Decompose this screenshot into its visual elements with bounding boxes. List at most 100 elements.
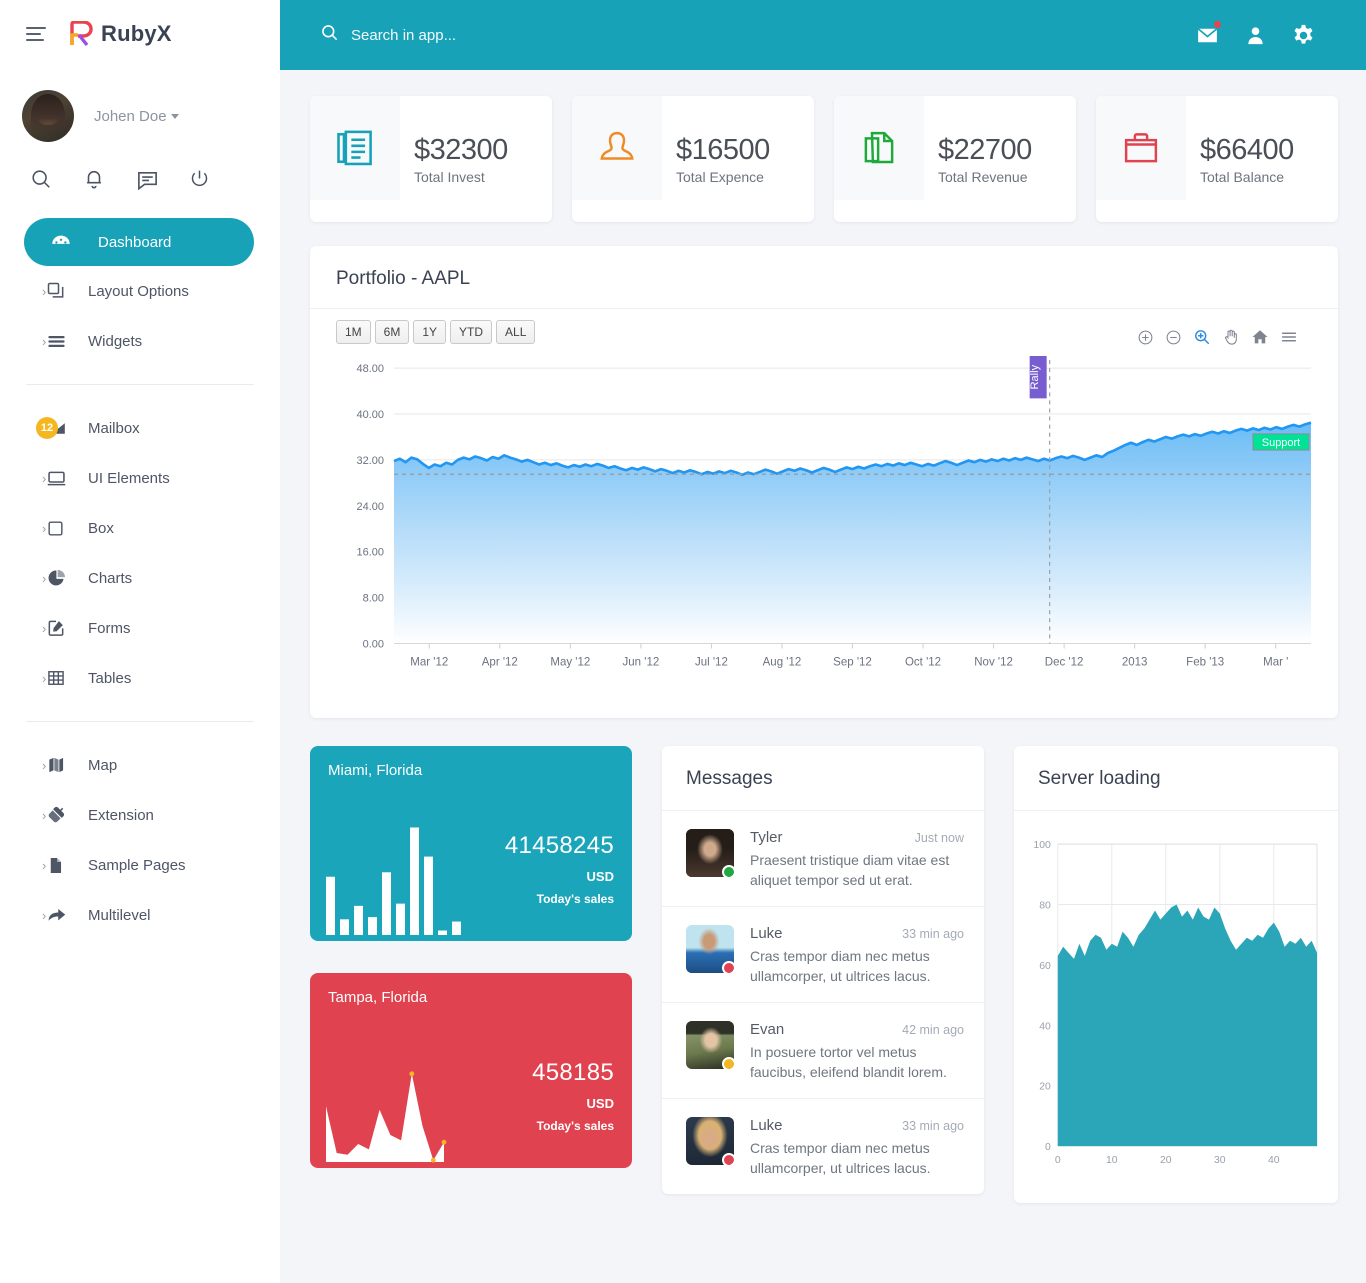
sales-figures: 458185 USD Today's sales (532, 1059, 614, 1133)
svg-text:60: 60 (1039, 961, 1051, 972)
bell-icon[interactable] (83, 168, 107, 192)
server-header: Server loading (1014, 746, 1338, 811)
menu-icon[interactable] (1280, 328, 1298, 346)
stat-card-total-invest[interactable]: $32300 Total Invest (310, 96, 552, 222)
sidebar-item-dashboard[interactable]: Dashboard (24, 218, 254, 266)
power-icon[interactable] (189, 168, 213, 192)
list-item[interactable]: Tyler Just now Praesent tristique diam v… (662, 811, 984, 907)
stat-body: $16500 Total Expence (662, 96, 770, 222)
svg-text:Sep '12: Sep '12 (833, 657, 872, 669)
avatar (686, 925, 734, 973)
svg-text:0: 0 (1045, 1142, 1051, 1153)
range-button-1m[interactable]: 1M (336, 320, 371, 344)
main-area: $32300 Total Invest $16500 Total Expence (280, 0, 1366, 1283)
page-title: Portfolio - AAPL (336, 268, 471, 289)
gear-icon[interactable] (1291, 23, 1316, 48)
range-button-all[interactable]: ALL (496, 320, 536, 344)
stat-card-total-expence[interactable]: $16500 Total Expence (572, 96, 814, 222)
sidebar-item-widgets[interactable]: › Widgets (0, 316, 280, 366)
sidebar-item-forms[interactable]: › Forms (0, 603, 280, 653)
chevron-down-icon (170, 114, 179, 120)
sidebar-divider-2 (26, 721, 254, 722)
profile-name-wrap[interactable]: Johen Doe (94, 108, 179, 125)
avatar (686, 1117, 734, 1165)
message-sender: Luke (750, 1117, 783, 1134)
bottom-row: Miami, Florida 41458245 USD Today's sale… (310, 746, 1338, 1203)
chevron-right-icon: › (42, 570, 47, 586)
portfolio-panel: Portfolio - AAPL 1M 6M 1Y YTD ALL 0.00 8… (310, 246, 1338, 718)
sidebar-item-multilevel[interactable]: › Multilevel (0, 890, 280, 940)
avatar (686, 829, 734, 877)
message-body: Tyler Just now Praesent tristique diam v… (750, 829, 964, 890)
sidebar-label: Tables (88, 669, 132, 687)
list-item[interactable]: Luke 33 min ago Cras tempor diam nec met… (662, 907, 984, 1003)
sidebar-item-extension[interactable]: › Extension (0, 790, 280, 840)
sidebar-label: Extension (88, 806, 154, 824)
search-icon[interactable] (30, 168, 54, 192)
search-input[interactable] (351, 26, 671, 44)
sales-amount: 41458245 (504, 832, 614, 859)
user-icon[interactable] (1244, 24, 1267, 47)
zoom-in-icon[interactable] (1137, 329, 1154, 346)
sidebar-item-tables[interactable]: › Tables (0, 653, 280, 703)
sidebar-label: Dashboard (98, 233, 172, 251)
server-chart[interactable]: 0 20 40 60 80 100 0 10 20 30 40 (1014, 811, 1338, 1203)
chevron-right-icon: › (42, 620, 47, 636)
sales-area-chart (326, 1071, 447, 1163)
profile-block[interactable]: Johen Doe (0, 90, 280, 142)
svg-text:20: 20 (1160, 1155, 1172, 1166)
sales-caption: Today's sales (536, 1119, 614, 1133)
zoom-out-icon[interactable] (1165, 329, 1182, 346)
sidebar-item-layout-options[interactable]: › Layout Options (0, 266, 280, 316)
file-icon (46, 856, 88, 875)
list-item[interactable]: Luke 33 min ago Cras tempor diam nec met… (662, 1099, 984, 1194)
range-button-ytd[interactable]: YTD (450, 320, 493, 344)
sales-bar-chart (326, 827, 461, 935)
hamburger-icon[interactable] (26, 27, 46, 41)
message-time: 33 min ago (902, 1119, 964, 1133)
sidebar-label: Widgets (88, 332, 143, 350)
stat-body: $32300 Total Invest (400, 96, 508, 222)
sidebar-item-ui-elements[interactable]: › UI Elements (0, 453, 280, 503)
selection-zoom-icon[interactable] (1193, 328, 1211, 346)
search-icon (320, 23, 339, 47)
sales-card-miami[interactable]: Miami, Florida 41458245 USD Today's sale… (310, 746, 632, 941)
pan-icon[interactable] (1222, 328, 1240, 346)
svg-text:Mar ': Mar ' (1263, 657, 1288, 669)
svg-text:Dec '12: Dec '12 (1045, 657, 1084, 669)
layers-icon (46, 281, 88, 301)
sidebar-item-mailbox[interactable]: 12 Mailbox (0, 403, 280, 453)
svg-text:8.00: 8.00 (363, 593, 384, 605)
search-box[interactable] (320, 23, 671, 47)
map-icon (46, 755, 88, 775)
chevron-right-icon: › (42, 757, 47, 773)
message-text: Praesent tristique diam vitae est alique… (750, 852, 950, 888)
sidebar-label: Layout Options (88, 282, 189, 300)
list-item[interactable]: Evan 42 min ago In posuere tortor vel me… (662, 1003, 984, 1099)
portfolio-chart[interactable]: 0.00 8.00 16.00 24.00 32.00 40.00 48.00 Mar '12… (336, 356, 1316, 704)
message-text: Cras tempor diam nec metus ullamcorper, … (750, 1140, 931, 1176)
svg-text:24.00: 24.00 (357, 501, 384, 513)
sales-currency: USD (586, 869, 614, 884)
svg-text:May '12: May '12 (550, 657, 590, 669)
sales-amount: 458185 (532, 1059, 614, 1086)
stat-body: $22700 Total Revenue (924, 96, 1032, 222)
server-title: Server loading (1038, 768, 1161, 789)
sales-card-tampa[interactable]: Tampa, Florida 458185 USD Today's sales (310, 973, 632, 1168)
stat-card-total-revenue[interactable]: $22700 Total Revenue (834, 96, 1076, 222)
stat-card-total-balance[interactable]: $66400 Total Balance (1096, 96, 1338, 222)
range-button-1y[interactable]: 1Y (413, 320, 447, 344)
content: $32300 Total Invest $16500 Total Expence (280, 70, 1366, 1283)
mailbox-badge: 12 (36, 417, 58, 439)
range-button-6m[interactable]: 6M (374, 320, 410, 344)
mail-icon[interactable] (1195, 20, 1221, 48)
message-time: 42 min ago (902, 1023, 964, 1037)
brand-logo[interactable]: RubyX (70, 20, 172, 47)
sidebar-item-map[interactable]: › Map (0, 740, 280, 790)
chat-icon[interactable] (136, 168, 160, 192)
svg-text:Jul '12: Jul '12 (695, 657, 728, 669)
sidebar-item-charts[interactable]: › Charts (0, 553, 280, 603)
sidebar-item-box[interactable]: › Box (0, 503, 280, 553)
sidebar-item-sample-pages[interactable]: › Sample Pages (0, 840, 280, 890)
home-icon[interactable] (1251, 328, 1269, 346)
